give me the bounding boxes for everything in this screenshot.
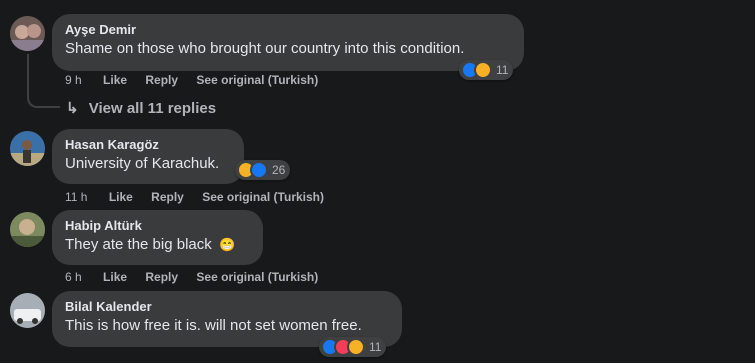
like-button[interactable]: Like: [109, 190, 133, 204]
see-original-button[interactable]: See original (Turkish): [196, 270, 318, 284]
reaction-count: 11: [496, 63, 509, 77]
comment-text: University of Karachuk.: [65, 155, 220, 172]
like-button[interactable]: Like: [103, 270, 127, 284]
avatar[interactable]: [10, 293, 45, 328]
like-reaction-icon: [250, 161, 268, 179]
comment-text: They ate the big black 😁: [65, 235, 251, 255]
like-button[interactable]: Like: [103, 73, 127, 87]
haha-reaction-icon: [347, 338, 365, 356]
avatar[interactable]: [10, 212, 45, 247]
comment-bubble: Ayşe Demir Shame on those who brought ou…: [52, 14, 524, 71]
comment-text-body: They ate the big black: [65, 236, 212, 253]
comment-time[interactable]: 9 h: [65, 73, 82, 87]
reaction-summary[interactable]: 11: [459, 60, 514, 80]
comment-author[interactable]: Ayşe Demir: [65, 22, 512, 38]
view-replies-link[interactable]: ↳ View all 11 replies: [66, 99, 216, 117]
comment-actions: 6 h Like Reply See original (Turkish): [65, 270, 333, 284]
comment-actions: 9 h Like Reply See original (Turkish): [65, 73, 333, 87]
reply-button[interactable]: Reply: [145, 270, 178, 284]
haha-reaction-icon: [474, 61, 492, 79]
view-replies-label: View all 11 replies: [88, 100, 217, 117]
reply-button[interactable]: Reply: [145, 73, 178, 87]
comment-text: Shame on those who brought our country i…: [65, 40, 465, 57]
comment-time[interactable]: 11 h: [65, 190, 87, 204]
see-original-button[interactable]: See original (Turkish): [196, 73, 318, 87]
comment-author[interactable]: Hasan Karagöz: [65, 137, 232, 153]
reaction-summary[interactable]: 26: [235, 160, 291, 180]
comment-time[interactable]: 6 h: [65, 270, 82, 284]
comment-bubble: Hasan Karagöz University of Karachuk.: [52, 129, 244, 184]
comment-bubble: Habip Altürk They ate the big black 😁: [52, 210, 263, 265]
grin-emoji-icon: 😁: [218, 237, 236, 252]
reaction-count: 26: [272, 163, 286, 177]
reply-button[interactable]: Reply: [151, 190, 184, 204]
see-original-button[interactable]: See original (Turkish): [202, 190, 324, 204]
reaction-count: 11: [369, 340, 382, 354]
reply-arrow-icon: ↳: [66, 100, 79, 117]
comment-author[interactable]: Bilal Kalender: [65, 299, 390, 315]
reaction-summary[interactable]: 11: [319, 337, 387, 357]
comment-text: This is how free it is. will not set wom…: [65, 317, 362, 334]
avatar[interactable]: [10, 131, 45, 166]
thread-connector: [27, 54, 60, 108]
comment-actions: 11 h Like Reply See original (Turkish): [65, 190, 339, 204]
comment-author[interactable]: Habip Altürk: [65, 218, 251, 234]
avatar[interactable]: [10, 16, 45, 51]
